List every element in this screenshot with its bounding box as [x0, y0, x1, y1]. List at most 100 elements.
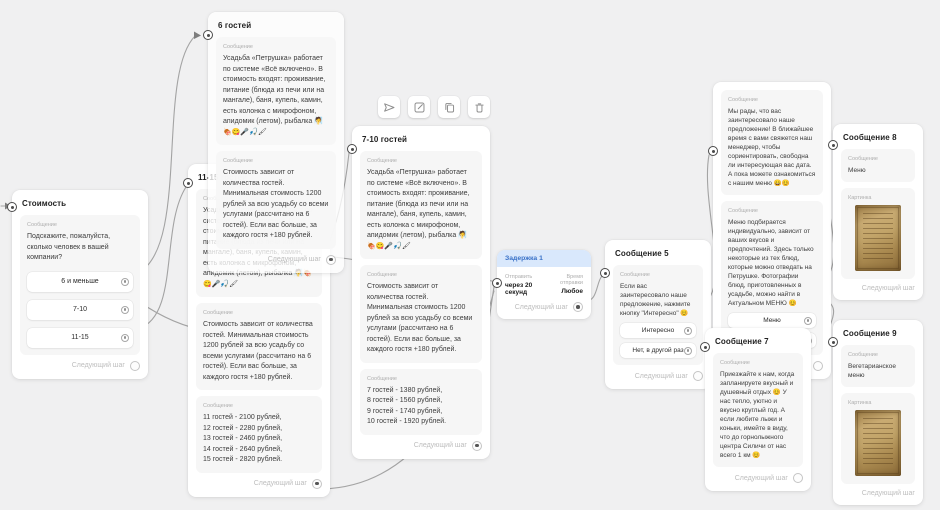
message-block[interactable]: Сообщение Подскажите, пожалуйста, скольк… [20, 215, 140, 355]
message-block[interactable]: Сообщение Стоимость зависит от количеств… [196, 303, 322, 390]
message-block[interactable]: Сообщение Стоимость зависит от количеств… [360, 265, 482, 363]
field-value: через 20 секунд [505, 282, 548, 296]
node-title: Сообщение 7 [715, 337, 803, 346]
button-output-port[interactable] [804, 317, 812, 325]
button-output-port[interactable] [121, 306, 129, 314]
next-step-label: Следующий шаг [862, 285, 915, 292]
input-port[interactable] [828, 337, 838, 347]
input-port[interactable] [203, 30, 213, 40]
button-output-port[interactable] [684, 327, 692, 335]
message-block[interactable]: Сообщение Мы рады, что вас заинтересовал… [721, 90, 823, 195]
node-title: Сообщение 5 [615, 249, 703, 258]
edit-button[interactable] [408, 96, 430, 118]
next-step-port[interactable] [312, 479, 322, 489]
send-test-button[interactable] [378, 96, 400, 118]
message-label: Сообщение [203, 403, 315, 409]
message-block[interactable]: Сообщение Если вас заинтересовало наше п… [613, 265, 703, 365]
send-icon [383, 101, 396, 114]
next-step: Следующий шаг [713, 473, 803, 483]
message-block[interactable]: Сообщение Усадьба «Петрушка» работает по… [360, 151, 482, 259]
delay-send-field: Отправить через 20 секунд [505, 274, 548, 296]
image-label: Картинка [848, 400, 908, 406]
image-block[interactable]: Картинка [841, 393, 915, 484]
message-block[interactable]: Сообщение 7 гостей - 1380 рублей, 8 гост… [360, 369, 482, 435]
next-step-port[interactable] [326, 255, 336, 265]
message-block[interactable]: Сообщение Приезжайте к нам, когда заплан… [713, 353, 803, 467]
button-output-port[interactable] [121, 278, 129, 286]
input-port[interactable] [183, 178, 193, 188]
node-message-8[interactable]: Сообщение 8 Сообщение Меню Картинка След… [833, 124, 923, 300]
message-block[interactable]: Сообщение Усадьба «Петрушка» работает по… [216, 37, 336, 145]
choice-button-interesting[interactable]: Интересно [620, 323, 696, 338]
message-text: Подскажите, пожалуйста, сколько человек … [27, 232, 133, 264]
input-port[interactable] [492, 278, 502, 288]
message-text: Если вас заинтересовало наше предложение… [620, 282, 696, 318]
next-step-port[interactable] [130, 361, 140, 371]
message-block[interactable]: Сообщение Вегетарианское меню [841, 345, 915, 387]
input-port[interactable] [600, 268, 610, 278]
message-label: Сообщение [848, 156, 908, 162]
copy-button[interactable] [438, 96, 460, 118]
node-title: Сообщение 8 [843, 133, 915, 142]
message-text: Приезжайте к нам, когда запланируете вку… [720, 370, 796, 460]
next-step-port[interactable] [793, 473, 803, 483]
image-block[interactable]: Картинка [841, 188, 915, 279]
node-guests-7-10[interactable]: 7-10 гостей Сообщение Усадьба «Петрушка»… [352, 126, 490, 459]
node-delay[interactable]: Задержка 1 Отправить через 20 секунд Вре… [497, 250, 591, 319]
trash-icon [473, 101, 486, 114]
field-label: Отправить [505, 274, 548, 280]
message-text: Вегетарианское меню [848, 362, 908, 380]
message-label: Сообщение [367, 376, 475, 382]
next-step-port[interactable] [472, 441, 482, 451]
input-port[interactable] [700, 342, 710, 352]
message-text: Стоимость зависит от количества гостей. … [203, 320, 315, 383]
message-text: Меню подбирается индивидуально, зависит … [728, 218, 816, 308]
node-message-9[interactable]: Сообщение 9 Сообщение Вегетарианское мен… [833, 320, 923, 505]
next-step-port[interactable] [693, 371, 703, 381]
next-step-port[interactable] [573, 302, 583, 312]
choice-button-menu[interactable]: Меню [728, 313, 816, 328]
node-title: 7-10 гостей [362, 135, 482, 144]
message-text: Усадьба «Петрушка» работает по системе «… [367, 168, 475, 252]
next-step-label: Следующий шаг [268, 256, 321, 263]
input-port[interactable] [708, 146, 718, 156]
message-block[interactable]: Сообщение Стоимость зависит от количеств… [216, 151, 336, 249]
button-output-port[interactable] [684, 347, 692, 355]
choice-button-7-10[interactable]: 7-10 [27, 300, 133, 320]
menu-photo [855, 205, 901, 271]
message-text: Усадьба «Петрушка» работает по системе «… [223, 54, 329, 138]
node-message-7[interactable]: Сообщение 7 Сообщение Приезжайте к нам, … [705, 328, 811, 491]
delete-button[interactable] [468, 96, 490, 118]
message-label: Сообщение [367, 158, 475, 164]
node-guests-6[interactable]: 6 гостей Сообщение Усадьба «Петрушка» ра… [208, 12, 344, 273]
button-label: 11-15 [71, 334, 88, 341]
message-block[interactable]: Сообщение Меню [841, 149, 915, 182]
next-step: Следующий шаг [20, 361, 140, 371]
veg-menu-photo [855, 410, 901, 476]
next-step: Следующий шаг [841, 285, 915, 292]
choice-button-6-or-less[interactable]: 6 и меньше [27, 272, 133, 292]
choice-button-not-now[interactable]: Нет, в другой раз [620, 343, 696, 358]
message-label: Сообщение [203, 310, 315, 316]
button-output-port[interactable] [121, 334, 129, 342]
input-port[interactable] [347, 144, 357, 154]
choice-button-11-15[interactable]: 11-15 [27, 328, 133, 348]
node-cost[interactable]: Стоимость Сообщение Подскажите, пожалуйс… [12, 190, 148, 379]
message-text: Меню [848, 166, 908, 175]
edit-icon [413, 101, 426, 114]
next-step: Следующий шаг [216, 255, 336, 265]
node-toolbar [378, 96, 490, 118]
message-block[interactable]: Сообщение 11 гостей - 2100 рублей, 12 го… [196, 396, 322, 473]
next-step-port[interactable] [813, 361, 823, 371]
input-port[interactable] [828, 140, 838, 150]
flow-canvas[interactable]: Стоимость Сообщение Подскажите, пожалуйс… [0, 0, 940, 510]
message-label: Сообщение [728, 97, 816, 103]
node-message-5[interactable]: Сообщение 5 Сообщение Если вас заинтерес… [605, 240, 711, 389]
message-text: Мы рады, что вас заинтересовало наше пре… [728, 107, 816, 188]
message-label: Сообщение [848, 352, 908, 358]
input-port[interactable] [7, 202, 17, 212]
image-label: Картинка [848, 195, 908, 201]
next-step: Следующий шаг [360, 441, 482, 451]
next-step: Следующий шаг [841, 490, 915, 497]
next-step-label: Следующий шаг [72, 362, 125, 369]
